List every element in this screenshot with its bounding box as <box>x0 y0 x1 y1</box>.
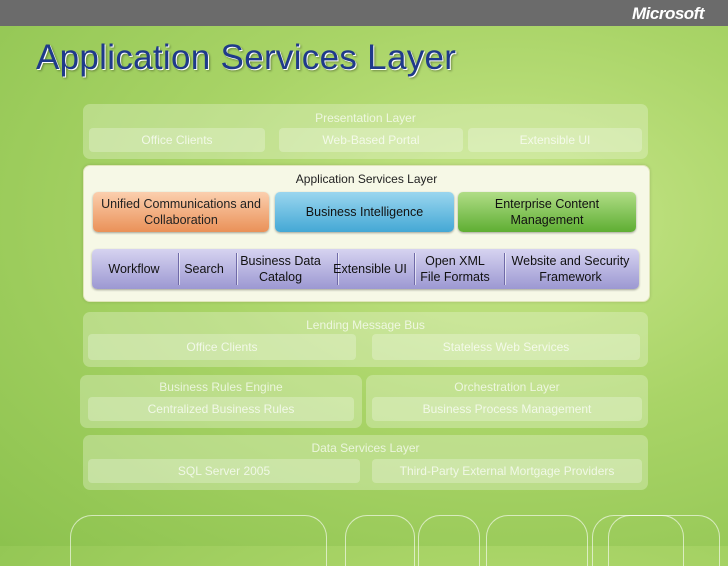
decorative-arc <box>345 515 415 566</box>
application-services-panel: Application Services Layer Unified Commu… <box>83 165 650 302</box>
business-rules-engine-title: Business Rules Engine <box>159 380 283 394</box>
lending-message-bus-title: Lending Message Bus <box>306 318 425 332</box>
lending-bus-item: Office Clients <box>88 334 356 360</box>
presentation-item: Extensible UI <box>468 128 642 152</box>
strip-item-workflow: Workflow <box>108 262 160 276</box>
lending-bus-item: Stateless Web Services <box>372 334 640 360</box>
strip-item-business-data-catalog: Business Data Catalog <box>240 254 321 284</box>
strip-item-search: Search <box>184 262 224 276</box>
strip-item-website-security: Website and Security Framework <box>511 254 630 284</box>
enterprise-content-management-box: Enterprise Content Management <box>458 192 636 232</box>
data-services-item: SQL Server 2005 <box>88 459 360 483</box>
data-services-item: Third-Party External Mortgage Providers <box>372 459 642 483</box>
lending-message-bus-panel: Lending Message Bus Office Clients State… <box>83 312 648 367</box>
unified-communications-box: Unified Communications and Collaboration <box>93 192 269 232</box>
strip-item-extensible-ui: Extensible UI <box>333 262 407 276</box>
orchestration-item: Business Process Management <box>372 397 642 421</box>
microsoft-logo: Microsoft <box>632 4 705 23</box>
decorative-arc <box>608 515 720 566</box>
orchestration-layer-title: Orchestration Layer <box>454 380 560 394</box>
decorative-arc <box>418 515 480 566</box>
business-rules-engine-panel: Business Rules Engine Centralized Busine… <box>80 375 362 428</box>
presentation-layer-title: Presentation Layer <box>315 111 416 125</box>
slide-title: Application Services Layer <box>36 38 457 77</box>
decorative-arc <box>486 515 588 566</box>
strip-divider <box>236 253 237 285</box>
services-strip: Workflow Search Business Data Catalog Ex… <box>92 249 639 289</box>
data-services-layer-panel: Data Services Layer SQL Server 2005 Thir… <box>83 435 648 490</box>
presentation-item: Web-Based Portal <box>279 128 463 152</box>
presentation-layer-panel: Presentation Layer Office Clients Web-Ba… <box>83 104 648 159</box>
business-rules-item: Centralized Business Rules <box>88 397 354 421</box>
top-bar <box>0 0 728 26</box>
orchestration-layer-panel: Orchestration Layer Business Process Man… <box>366 375 648 428</box>
business-intelligence-box: Business Intelligence <box>275 192 454 232</box>
strip-item-open-xml: Open XML File Formats <box>420 254 490 284</box>
application-services-title: Application Services Layer <box>295 172 438 186</box>
data-services-layer-title: Data Services Layer <box>311 441 420 455</box>
presentation-item: Office Clients <box>89 128 265 152</box>
decorative-arc <box>70 515 327 566</box>
